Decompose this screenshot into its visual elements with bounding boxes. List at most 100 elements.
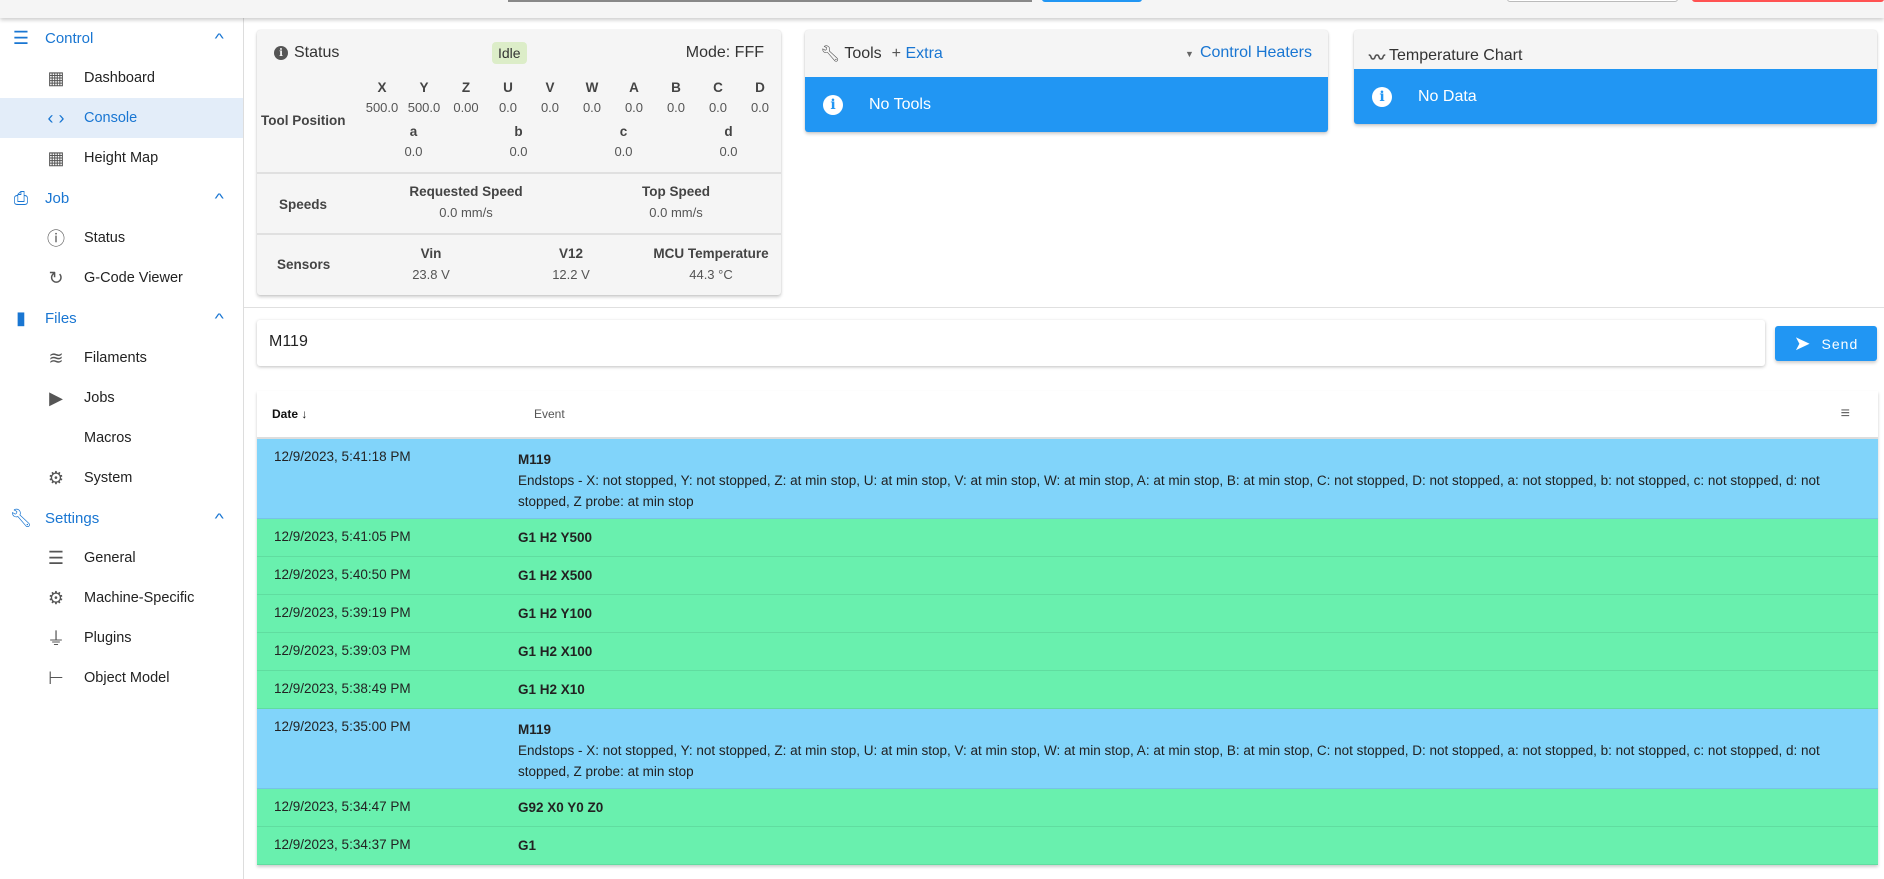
code-input[interactable] [508,0,1032,2]
temperature-chart-title: Temperature Chart [1389,47,1523,64]
row-command: G1 [518,838,537,853]
sidebar-group-control[interactable]: ☰ Control ^ [0,18,243,58]
tune-icon: ☰ [47,547,65,568]
speeds-grid: Requested Speed Top Speed 0.0 mm/s 0.0 m… [361,184,781,220]
row-date: 12/9/2023, 5:41:05 PM [274,529,411,544]
sidebar-item-console[interactable]: ‹ › Console [0,98,243,138]
chevron-up-icon: ^ [215,30,225,46]
sidebar-group-files[interactable]: ▮ Files ^ [0,298,243,338]
row-command: G1 H2 Y500 [518,530,593,545]
send-icon: ➤ [1793,333,1812,355]
vin-value: 23.8 V [412,267,450,282]
date-column-header[interactable]: Date ↓ [272,407,307,421]
row-reply: Endstops - X: not stopped, Y: not stoppe… [518,743,1820,779]
sidebar-item-label: Height Map [84,150,159,166]
axis-value: 0.0 [509,144,528,159]
sidebar-item-plugins[interactable]: ⏚ Plugins [0,618,243,658]
sidebar-item-label: G-Code Viewer [84,270,183,286]
table-row: 12/9/2023, 5:40:50 PM G1 H2 X500 [257,557,1878,595]
sidebar-item-label: Filaments [84,350,147,366]
sidebar-group-job[interactable]: ⎙ Job ^ [0,178,243,218]
row-command: G1 H2 X10 [518,682,585,697]
table-row: 12/9/2023, 5:39:19 PM G1 H2 Y100 [257,595,1878,633]
table-row: 12/9/2023, 5:34:47 PM G92 X0 Y0 Z0 [257,789,1878,827]
sidebar-item-height-map[interactable]: ▦ Height Map [0,138,243,178]
tune-icon: ☰ [12,27,30,48]
toolbar-button[interactable] [1507,0,1678,2]
axis-label: D [755,80,765,95]
divider [244,307,1884,308]
emergency-stop-button[interactable] [1692,0,1884,2]
play-icon: ▶ [49,387,63,408]
sidebar-item-label: Jobs [84,390,115,406]
sidebar-group-settings[interactable]: 🔧︎ Settings ^ [0,498,243,538]
axis-label: Z [461,80,471,95]
axis-value: 500.0 [365,100,399,115]
axis-value: 0.0 [719,144,738,159]
temperature-chart-card: 〰 Temperature Chart i No Data [1354,30,1877,124]
sensors-label: Sensors [277,257,331,272]
axis-label: c [619,124,628,139]
info-icon: ⓘ [47,229,65,249]
sidebar-item-object-model[interactable]: ⊢ Object Model [0,658,243,698]
chevron-up-icon: ^ [215,310,225,326]
arrow-down-icon: ↓ [301,407,308,421]
table-row: 12/9/2023, 5:41:05 PM G1 H2 Y500 [257,519,1878,557]
sidebar-item-machine-specific[interactable]: ⚙ Machine-Specific [0,578,243,618]
axis-value: 0.0 [666,100,686,115]
row-command: M119 [518,722,552,737]
date-header-label: Date [272,407,299,421]
no-data-text: No Data [1418,87,1477,105]
grid-icon: ▦ [47,147,65,168]
machine-mode: Mode: FFF [685,44,764,61]
table-header: Date ↓ Event ≡ [257,391,1878,439]
requested-speed-value: 0.0 mm/s [439,205,493,220]
sidebar-item-g-code-viewer[interactable]: ↻ G-Code Viewer [0,258,243,298]
table-row: 12/9/2023, 5:41:18 PM M119 Endstops - X: n… [257,439,1878,519]
speeds-label: Speeds [279,197,328,212]
axis-value: 0.0 [708,100,728,115]
database-icon: ≋ [48,347,64,368]
table-row: 12/9/2023, 5:34:37 PM G1 [257,827,1878,865]
extra-button[interactable]: + Extra [892,45,943,63]
info-icon: i [1372,86,1392,107]
axis-value: 0.0 [404,144,423,159]
sidebar-item-general[interactable]: ☰ General [0,538,243,578]
plus-icon: + [891,45,906,62]
sidebar-item-label: Macros [84,430,132,446]
axis-value: 500.0 [407,100,441,115]
axis-value: 0.0 [498,100,518,115]
control-heaters-label: Control Heaters [1199,44,1312,61]
printer-icon: ⎙ [13,187,29,208]
gear-icon: ⚙ [47,467,65,488]
sidebar-item-dashboard[interactable]: ▦ Dashboard [0,58,243,98]
row-date: 12/9/2023, 5:39:19 PM [274,605,411,620]
console-input[interactable]: M119 [257,320,1765,366]
sidebar-item-label: Status [84,230,126,246]
divider [257,172,781,174]
row-date: 12/9/2023, 5:35:00 PM [274,719,411,734]
sidebar-item-macros[interactable]: Macros [0,418,243,458]
send-code-button[interactable] [1042,0,1142,2]
v12-value: 12.2 V [552,267,590,282]
chevron-up-icon: ^ [215,510,225,526]
axis-label: Y [419,80,429,95]
chevron-up-icon: ^ [215,190,225,206]
menu-icon[interactable]: ≡ [1841,405,1850,423]
send-button[interactable]: ➤ Send [1775,326,1877,361]
sidebar-item-system[interactable]: ⚙ System [0,458,243,498]
top-speed-label: Top Speed [641,184,710,199]
sidebar-item-filaments[interactable]: ≋ Filaments [0,338,243,378]
code-slash-icon [45,427,67,449]
sidebar-item-jobs[interactable]: ▶ Jobs [0,378,243,418]
top-toolbar [0,0,1884,18]
sidebar-item-status[interactable]: ⓘ Status [0,218,243,258]
sd-card-icon: ▮ [16,307,26,328]
tool-position-label: Tool Position [261,113,346,128]
row-command: G1 H2 Y100 [518,606,593,621]
control-heaters-button[interactable]: ▼ Control Heaters [1185,44,1312,62]
status-header: i Status [274,44,339,62]
table-body: 12/9/2023, 5:41:18 PM M119 Endstops - X: n… [257,439,1878,865]
no-data-alert: i No Data [1354,69,1877,124]
row-date: 12/9/2023, 5:38:49 PM [274,681,411,696]
